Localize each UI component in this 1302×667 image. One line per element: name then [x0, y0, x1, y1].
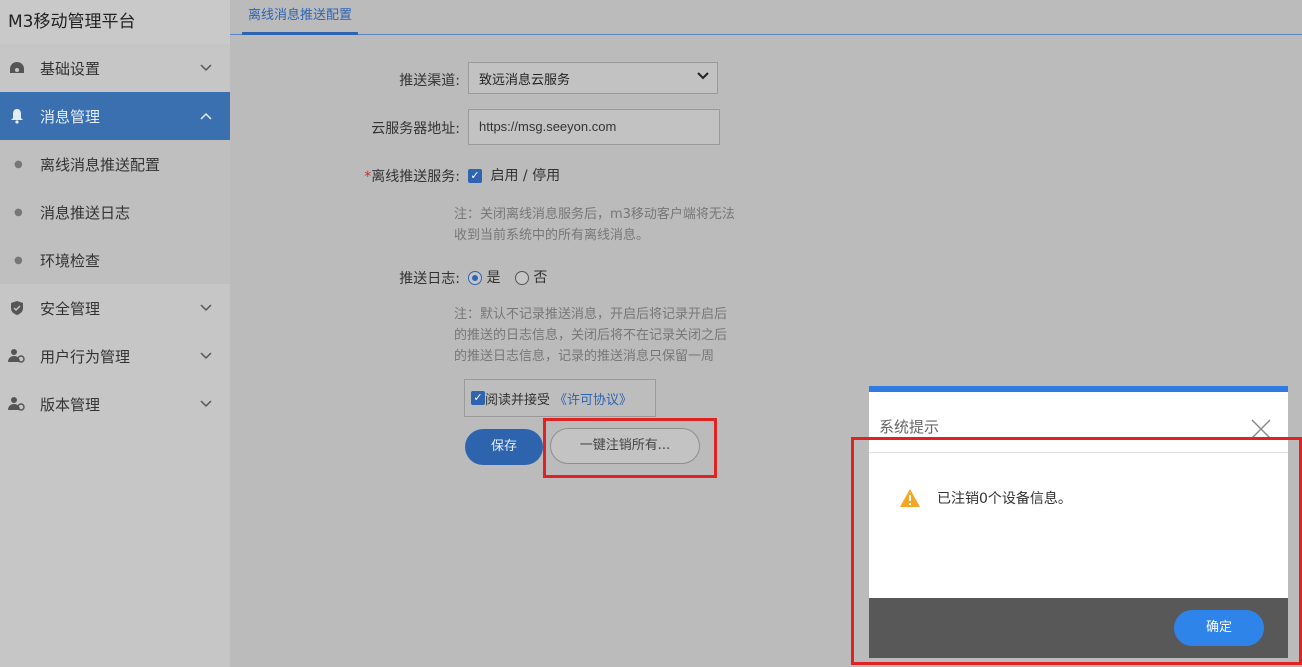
app-title: M3移动管理平台 — [0, 0, 230, 44]
note-line: 注：关闭离线消息服务后，m3移动客户端将无法 — [454, 207, 735, 222]
sidebar-item-basic-settings[interactable]: 基础设置 — [0, 44, 230, 92]
radio-yes[interactable]: 是 — [468, 270, 500, 286]
sidebar-item-message-management[interactable]: 消息管理 — [0, 92, 230, 140]
bullet-icon: ● — [14, 254, 23, 266]
dashboard-icon — [8, 59, 26, 77]
checkbox-checked-icon[interactable]: ✓ — [471, 391, 485, 405]
license-link[interactable]: 《许可协议》 — [554, 389, 632, 408]
radio-no[interactable]: 否 — [514, 270, 548, 286]
note-line: 的推送的日志信息，关闭后将不在记录关闭之后 — [454, 328, 728, 343]
users-icon — [8, 395, 26, 413]
chevron-down-icon — [200, 60, 212, 76]
sidebar-subitem-label: 离线消息推送配置 — [40, 155, 161, 174]
sidebar-item-label: 用户行为管理 — [40, 347, 131, 366]
sidebar-item-security[interactable]: 安全管理 — [0, 284, 230, 332]
users-icon — [8, 347, 26, 365]
push-log-note: 注：默认不记录推送消息，开启后将记录开启后 的推送的日志信息，关闭后将不在记录关… — [454, 304, 794, 367]
offline-push-note: 注：关闭离线消息服务后，m3移动客户端将无法 收到当前系统中的所有离线消息。 — [454, 204, 794, 246]
bullet-icon: ● — [14, 206, 23, 218]
radio-no-label: 否 — [533, 270, 548, 286]
offline-push-value: 启用 / 停用 — [490, 168, 561, 184]
sidebar-item-version[interactable]: 版本管理 — [0, 380, 230, 428]
agree-text: 阅读并接受 — [485, 392, 551, 408]
bullet-icon: ● — [14, 158, 23, 170]
note-line: 的推送日志信息，记录的推送消息只保留一周 — [454, 349, 715, 364]
sidebar-item-user-behavior[interactable]: 用户行为管理 — [0, 332, 230, 380]
checkbox-checked-icon[interactable]: ✓ — [468, 169, 482, 183]
shield-icon — [8, 299, 26, 317]
offline-push-toggle[interactable]: ✓ 启用 / 停用 — [468, 165, 560, 185]
bell-icon — [8, 107, 26, 125]
radio-selected-icon — [468, 271, 482, 285]
channel-value: 致远消息云服务 — [479, 72, 571, 88]
server-address-input[interactable]: https://msg.seeyon.com — [468, 109, 720, 145]
sidebar-item-label: 基础设置 — [40, 59, 101, 78]
sidebar-subitem-env-check[interactable]: ● 环境检查 — [0, 236, 230, 284]
chevron-up-icon — [200, 108, 212, 124]
push-log-label: 推送日志: — [399, 271, 460, 287]
push-log-radio-group: 是 否 — [468, 267, 547, 287]
chevron-down-icon — [200, 396, 212, 412]
dialog-title: 系统提示 — [879, 418, 940, 436]
note-line: 注：默认不记录推送消息，开启后将记录开启后 — [454, 307, 728, 322]
chevron-down-icon — [200, 300, 212, 316]
chevron-down-icon — [200, 348, 212, 364]
sidebar-subitem-offline-push-config[interactable]: ● 离线消息推送配置 — [0, 140, 230, 188]
channel-label: 推送渠道: — [399, 73, 460, 89]
license-agree[interactable]: ✓ 阅读并接受 《许可协议》 — [464, 379, 656, 417]
note-line: 收到当前系统中的所有离线消息。 — [454, 228, 650, 243]
sidebar-item-label: 安全管理 — [40, 299, 101, 318]
sidebar-subitem-label: 环境检查 — [40, 251, 101, 270]
tab-offline-push-config[interactable]: 离线消息推送配置 — [242, 0, 359, 35]
sidebar-item-label: 消息管理 — [40, 107, 101, 126]
save-button[interactable]: 保存 — [465, 429, 543, 465]
highlight-box — [543, 418, 717, 478]
highlight-box — [851, 437, 1302, 665]
sidebar: M3移动管理平台 基础设置 消息管理 ● 离线消息推送配置 ● 消息推送日志 ●… — [0, 0, 230, 667]
sidebar-item-label: 版本管理 — [40, 395, 101, 414]
server-label: 云服务器地址: — [371, 121, 460, 137]
sidebar-subitem-push-log[interactable]: ● 消息推送日志 — [0, 188, 230, 236]
channel-select[interactable]: 致远消息云服务 — [468, 62, 718, 94]
radio-yes-label: 是 — [486, 270, 501, 286]
radio-empty-icon — [514, 271, 529, 285]
offline-push-label: *离线推送服务: — [230, 166, 460, 186]
offline-push-label-text: 离线推送服务: — [371, 169, 460, 185]
chevron-down-icon — [697, 70, 709, 84]
sidebar-subitem-label: 消息推送日志 — [40, 203, 131, 222]
tab-bar: 离线消息推送配置 — [230, 0, 1302, 35]
